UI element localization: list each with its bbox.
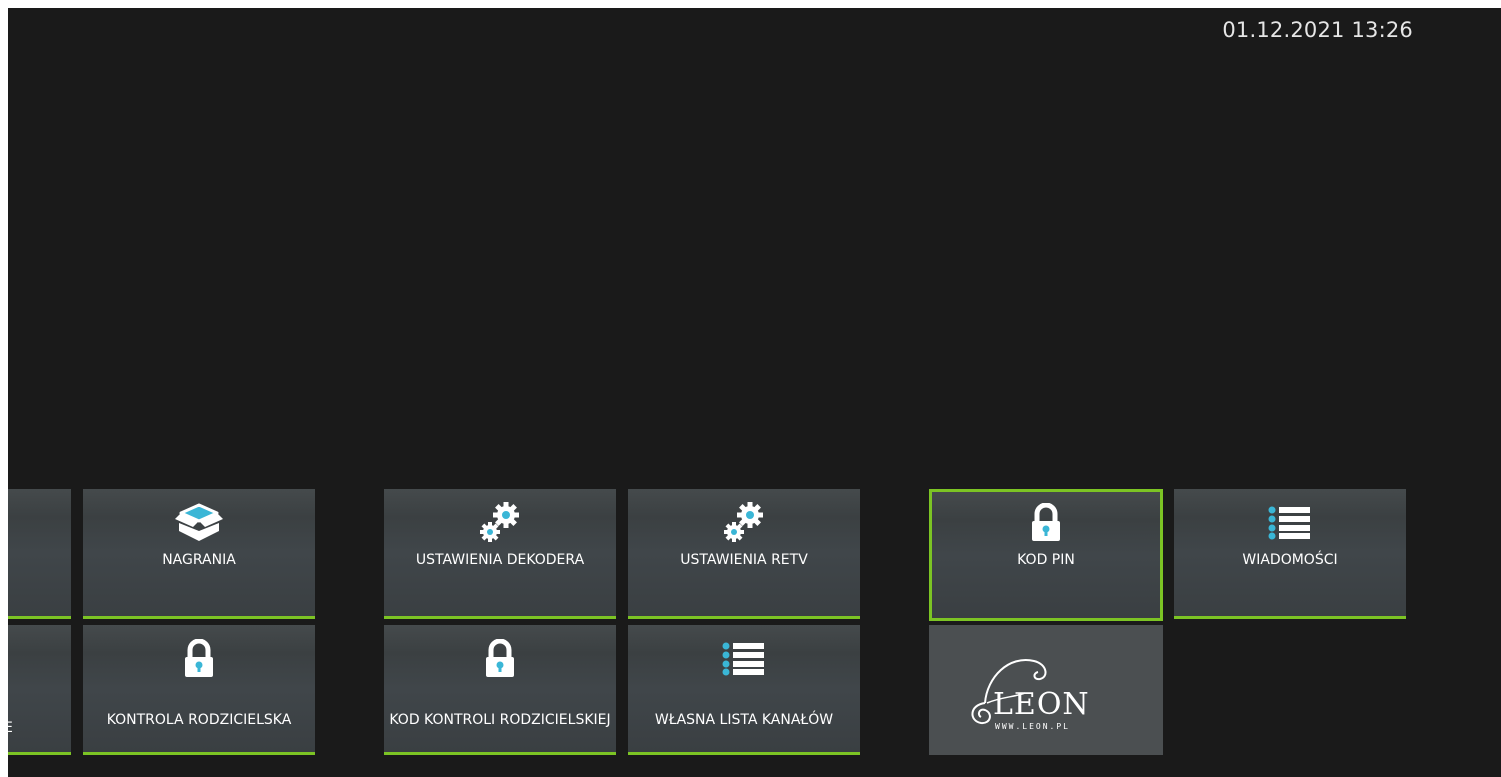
leon-url-text: WWW.LEON.PL <box>995 722 1070 731</box>
tile-ustawienia-dekodera[interactable]: USTAWIENIA DEKODERA <box>384 489 616 619</box>
tile-ustawienia-retv[interactable]: USTAWIENIA RETV <box>628 489 860 619</box>
leon-logo: LEON WWW.LEON.PL <box>929 647 1163 737</box>
list-icon <box>1174 501 1406 545</box>
tile-kod-pin[interactable]: KOD PIN <box>929 489 1163 621</box>
tile-kontrola-rodzicielska[interactable]: KONTROLA RODZICIELSKA <box>83 625 315 755</box>
tile-label: USTAWIENIA DEKODERA <box>415 552 585 568</box>
tile-leon-logo[interactable]: LEON WWW.LEON.PL <box>929 625 1163 755</box>
tile-label: E <box>8 720 13 736</box>
tile-wlasna-lista-kanalow[interactable]: WŁASNA LISTA KANAŁÓW <box>628 625 860 755</box>
tv-menu-screen: 01.12.2021 13:26 NAGRANIA USTAWIENIA DEK… <box>8 8 1501 777</box>
tile-partial-bottom[interactable]: E <box>8 625 71 755</box>
tile-label: NAGRANIA <box>162 552 236 568</box>
gears-icon <box>628 501 860 545</box>
tile-wiadomosci[interactable]: WIADOMOŚCI <box>1174 489 1406 619</box>
lock-icon <box>384 637 616 681</box>
box-icon <box>83 501 315 545</box>
tile-label: KOD PIN <box>1017 552 1075 568</box>
tile-label: KOD KONTROLI RODZICIELSKIEJ <box>389 712 611 728</box>
datetime-display: 01.12.2021 13:26 <box>1222 18 1413 42</box>
list-icon <box>628 637 860 681</box>
tile-partial-top[interactable] <box>8 489 71 619</box>
lock-icon <box>83 637 315 681</box>
tile-kod-kontroli-rodzicielskiej[interactable]: KOD KONTROLI RODZICIELSKIEJ <box>384 625 616 755</box>
leon-brand-text: LEON <box>993 687 1090 722</box>
lock-icon <box>932 501 1160 545</box>
tile-label: WŁASNA LISTA KANAŁÓW <box>654 712 834 728</box>
gears-icon <box>384 501 616 545</box>
tile-label: WIADOMOŚCI <box>1242 552 1338 568</box>
tile-label: KONTROLA RODZICIELSKA <box>106 712 292 728</box>
tile-nagrania[interactable]: NAGRANIA <box>83 489 315 619</box>
tile-label: USTAWIENIA RETV <box>680 552 808 568</box>
